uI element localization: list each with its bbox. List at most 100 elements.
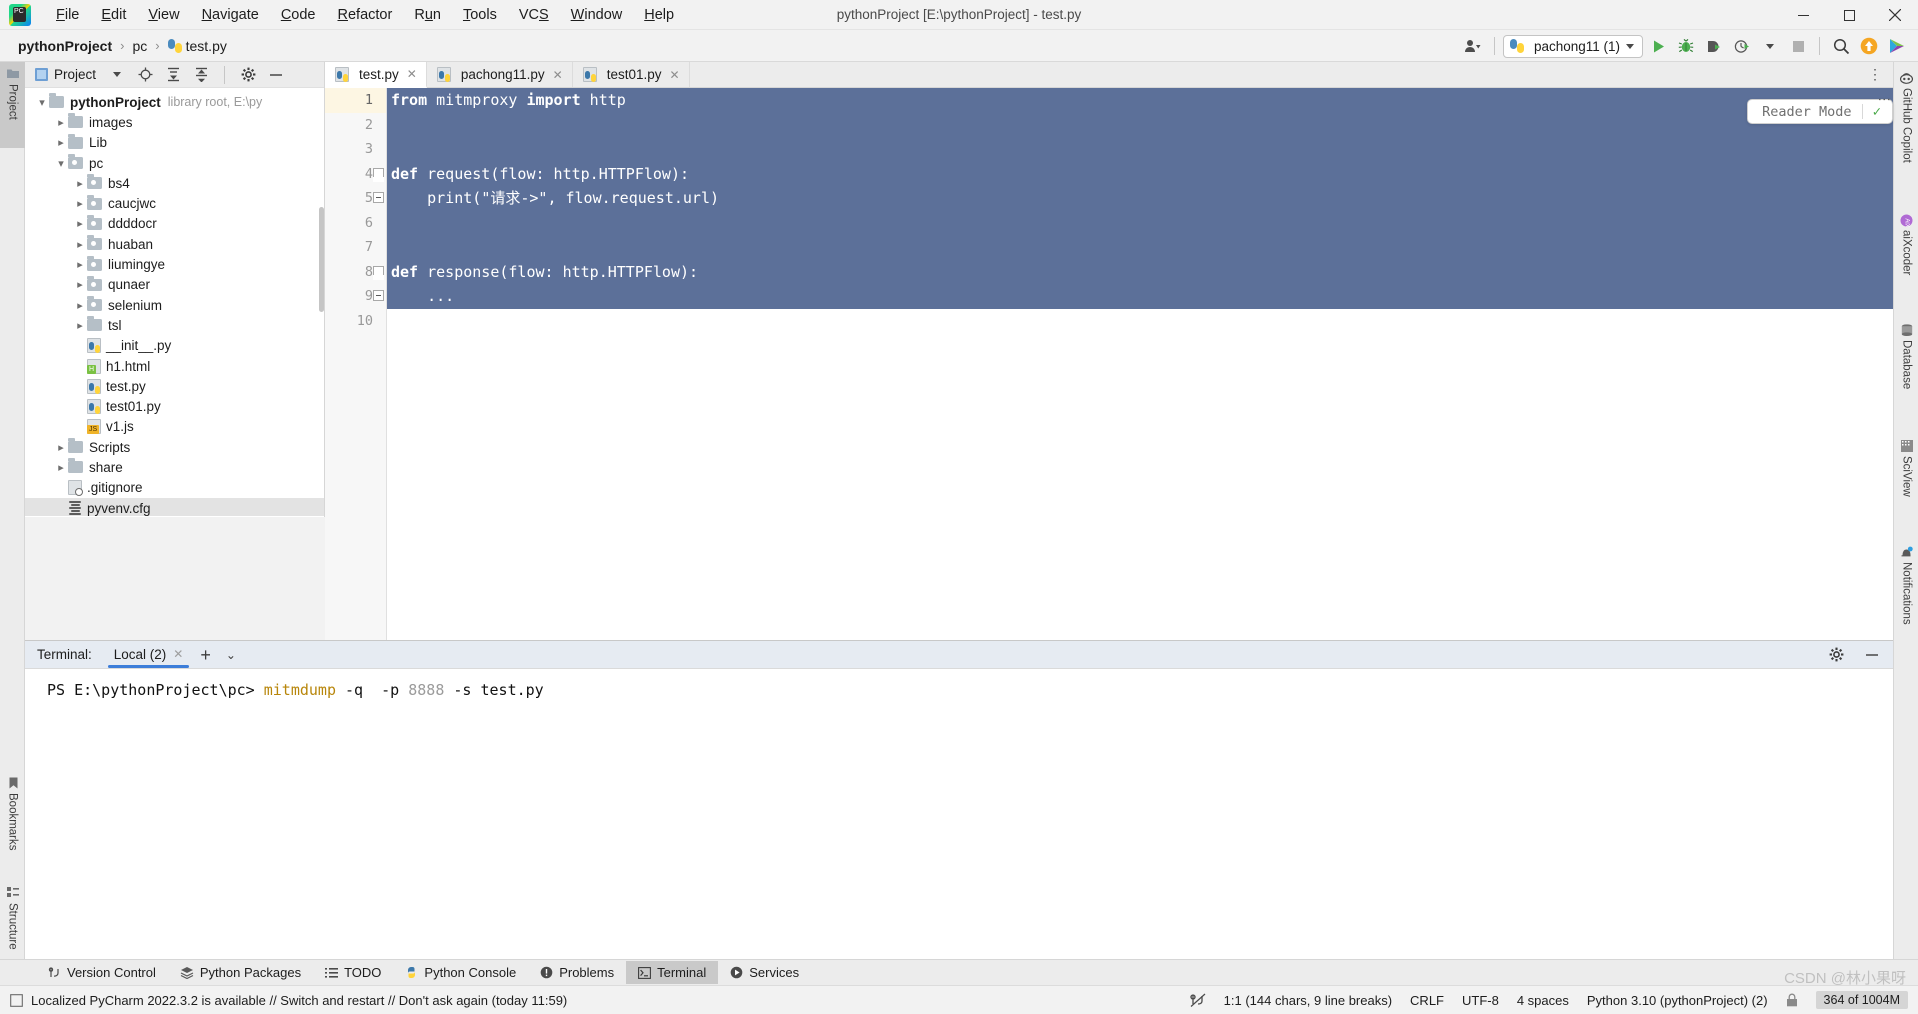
line-number-gutter[interactable]: 1 2 3 4 5 6 7 8 9 10 bbox=[325, 88, 387, 640]
code-line[interactable]: from mitmproxy import http bbox=[387, 88, 1893, 113]
code-line[interactable] bbox=[387, 235, 1893, 260]
sidebar-item-sciview[interactable]: SciView bbox=[1894, 434, 1918, 526]
tree-file-item[interactable]: .gitignore bbox=[25, 478, 324, 498]
editor-tab-bar[interactable]: test.py ✕ pachong11.py ✕ test01.py ✕ ⋮ bbox=[325, 62, 1893, 88]
chevron-right-icon[interactable]: ▸ bbox=[73, 238, 87, 251]
chevron-right-icon[interactable]: ▸ bbox=[73, 319, 87, 332]
tool-window-button-python-console[interactable]: Python Console bbox=[393, 961, 528, 984]
code-line[interactable]: def response(flow: http.HTTPFlow): bbox=[387, 259, 1893, 284]
chevron-right-icon[interactable]: ▸ bbox=[54, 441, 68, 454]
tree-file-item[interactable]: JS v1.js bbox=[25, 417, 324, 437]
code-content[interactable]: from mitmproxy import http def request(fl… bbox=[387, 88, 1893, 640]
collapse-all-icon[interactable] bbox=[190, 64, 212, 86]
line-separator[interactable]: CRLF bbox=[1410, 993, 1444, 1008]
maximize-button[interactable] bbox=[1826, 0, 1872, 30]
editor-tab-test-py[interactable]: test.py ✕ bbox=[325, 62, 427, 88]
chevron-right-icon[interactable]: ▸ bbox=[73, 177, 87, 190]
code-line[interactable] bbox=[387, 309, 1893, 334]
tree-folder-item[interactable]: ▸ qunaer bbox=[25, 275, 324, 295]
interpreter-selector[interactable]: Python 3.10 (pythonProject) (2) bbox=[1587, 993, 1768, 1008]
indent-setting[interactable]: 4 spaces bbox=[1517, 993, 1569, 1008]
tool-window-button-python-packages[interactable]: Python Packages bbox=[168, 961, 313, 984]
menu-code[interactable]: Code bbox=[270, 4, 327, 26]
profile-icon[interactable] bbox=[1729, 33, 1755, 59]
terminal-tab-local[interactable]: Local (2) ✕ bbox=[106, 643, 192, 668]
hide-panel-icon[interactable] bbox=[1859, 642, 1885, 668]
line-number[interactable]: 1 bbox=[325, 88, 386, 113]
tool-window-button-problems[interactable]: Problems bbox=[528, 961, 626, 984]
tree-folder-item[interactable]: ▸ ddddocr bbox=[25, 214, 324, 234]
copilot-icon[interactable] bbox=[1884, 33, 1910, 59]
chevron-right-icon[interactable]: ▸ bbox=[54, 136, 68, 149]
run-icon[interactable] bbox=[1645, 33, 1671, 59]
chevron-down-icon[interactable]: ▾ bbox=[54, 157, 68, 170]
tree-file-item[interactable]: test01.py bbox=[25, 396, 324, 416]
chevron-down-icon[interactable]: ▾ bbox=[35, 96, 49, 109]
tool-window-button-todo[interactable]: TODO bbox=[313, 961, 393, 984]
tree-folder-item[interactable]: ▸ caucjwc bbox=[25, 193, 324, 213]
chevron-right-icon[interactable]: ▸ bbox=[73, 197, 87, 210]
close-icon[interactable]: ✕ bbox=[670, 68, 680, 82]
code-line[interactable] bbox=[387, 137, 1893, 162]
breadcrumb-file[interactable]: test.py bbox=[164, 36, 231, 56]
breadcrumb-folder[interactable]: pc bbox=[128, 36, 151, 56]
add-terminal-tab-icon[interactable]: + bbox=[191, 646, 220, 664]
tree-folder-item[interactable]: ▸ Lib bbox=[25, 133, 324, 153]
tool-window-button-version-control[interactable]: Version Control bbox=[36, 961, 168, 984]
status-message-area[interactable]: Localized PyCharm 2022.3.2 is available … bbox=[0, 993, 567, 1008]
chevron-down-icon[interactable]: ⌄ bbox=[220, 648, 242, 662]
menu-run[interactable]: Run bbox=[403, 4, 452, 26]
tree-folder-item[interactable]: ▸ images bbox=[25, 112, 324, 132]
menu-help[interactable]: Help bbox=[633, 4, 685, 26]
search-everywhere-icon[interactable] bbox=[1828, 33, 1854, 59]
fold-end-icon[interactable] bbox=[373, 192, 384, 203]
menu-navigate[interactable]: Navigate bbox=[191, 4, 270, 26]
editor-more-icon[interactable]: ⋮ bbox=[1876, 93, 1891, 106]
fold-collapse-icon[interactable] bbox=[373, 167, 384, 182]
line-number[interactable]: 10 bbox=[325, 309, 386, 334]
chevron-right-icon[interactable]: ▸ bbox=[73, 278, 87, 291]
chevron-right-icon[interactable]: ▸ bbox=[54, 461, 68, 474]
sidebar-item-database[interactable]: Database bbox=[1894, 318, 1918, 422]
stop-icon[interactable] bbox=[1785, 33, 1811, 59]
tool-window-button-services[interactable]: Services bbox=[718, 961, 811, 984]
code-line[interactable] bbox=[387, 210, 1893, 235]
terminal-output[interactable]: PS E:\pythonProject\pc> mitmdump -q -p 8… bbox=[25, 669, 1893, 985]
tree-folder-item[interactable]: ▾ pythonProject library root, E:\py bbox=[25, 92, 324, 112]
breadcrumb-project[interactable]: pythonProject bbox=[14, 36, 116, 56]
tree-folder-item[interactable]: ▸ bs4 bbox=[25, 173, 324, 193]
account-icon[interactable] bbox=[1460, 33, 1486, 59]
terminal-header-actions[interactable] bbox=[1823, 642, 1885, 668]
breadcrumb[interactable]: pythonProject › pc › test.py bbox=[14, 36, 231, 56]
file-encoding[interactable]: UTF-8 bbox=[1462, 993, 1499, 1008]
tree-folder-item[interactable]: ▾ pc bbox=[25, 153, 324, 173]
tree-file-item[interactable]: test.py bbox=[25, 376, 324, 396]
status-message[interactable]: Localized PyCharm 2022.3.2 is available … bbox=[31, 993, 567, 1008]
minimize-button[interactable] bbox=[1780, 0, 1826, 30]
main-toolbar[interactable]: pachong11 (1) bbox=[1460, 30, 1910, 62]
coverage-icon[interactable] bbox=[1701, 33, 1727, 59]
status-right-area[interactable]: 1:1 (144 chars, 9 line breaks) CRLF UTF-… bbox=[1190, 991, 1908, 1009]
menu-refactor[interactable]: Refactor bbox=[327, 4, 404, 26]
chevron-right-icon[interactable]: ▸ bbox=[54, 116, 68, 129]
tree-folder-item[interactable]: ▸ tsl bbox=[25, 315, 324, 335]
memory-indicator[interactable]: 364 of 1004M bbox=[1815, 991, 1908, 1009]
fold-collapse-icon[interactable] bbox=[373, 265, 384, 280]
code-line[interactable]: ... bbox=[387, 284, 1893, 309]
editor-tab-test01-py[interactable]: test01.py ✕ bbox=[573, 62, 690, 87]
close-icon[interactable]: ✕ bbox=[553, 68, 563, 82]
menu-window[interactable]: Window bbox=[560, 4, 634, 26]
chevron-right-icon[interactable]: ▸ bbox=[73, 258, 87, 271]
fold-end-icon[interactable] bbox=[373, 290, 384, 301]
editor-tab-pachong11-py[interactable]: pachong11.py ✕ bbox=[427, 62, 573, 87]
run-configuration-selector[interactable]: pachong11 (1) bbox=[1502, 34, 1643, 58]
code-editor[interactable]: 1 2 3 4 5 6 7 8 9 10 from mitmproxy import http de… bbox=[325, 88, 1893, 640]
line-number[interactable]: 7 bbox=[325, 235, 386, 260]
locate-icon[interactable] bbox=[134, 64, 156, 86]
expand-all-icon[interactable] bbox=[162, 64, 184, 86]
window-controls[interactable] bbox=[1780, 0, 1918, 30]
settings-icon[interactable] bbox=[237, 64, 259, 86]
tree-file-item[interactable]: pyvenv.cfg bbox=[25, 497, 324, 516]
sidebar-item-github-copilot[interactable]: GitHub Copilot bbox=[1894, 66, 1918, 196]
tree-folder-item[interactable]: ▸ share bbox=[25, 457, 324, 477]
